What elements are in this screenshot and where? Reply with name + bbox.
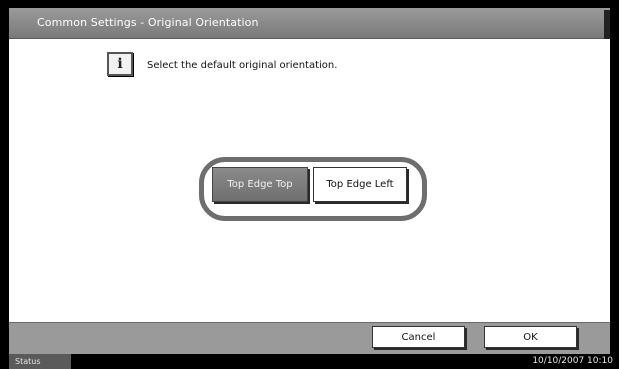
info-icon: i [107,52,133,76]
title-bar: Common Settings - Original Orientation [9,8,610,39]
cancel-button[interactable]: Cancel [372,326,465,348]
date-time-display: 10/10/2007 10:10 [532,356,613,366]
ok-button[interactable]: OK [484,326,577,348]
page-title: Common Settings - Original Orientation [37,16,259,29]
status-bar [0,354,619,369]
status-tab[interactable]: Status [9,354,71,369]
info-icon-glyph: i [117,56,123,72]
screen-bezel-right [610,0,619,369]
screen-bezel-left [0,0,9,369]
screen-bezel-top [0,0,619,8]
top-edge-left-button[interactable]: Top Edge Left [313,167,407,202]
device-screen: Common Settings - Original Orientation i… [0,0,619,369]
top-edge-top-button[interactable]: Top Edge Top [212,167,308,202]
instruction-message: Select the default original orientation. [147,60,338,71]
